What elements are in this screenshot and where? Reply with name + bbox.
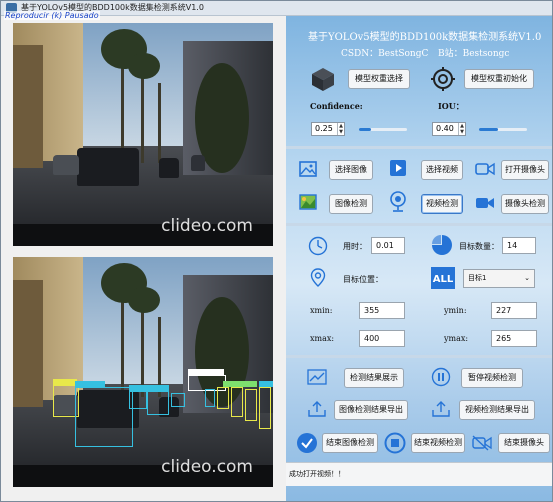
panel-title: 基于YOLOv5模型的BDD100k数据集检测系统V1.0 bbox=[308, 32, 542, 43]
status-message: 成功打开视频！！ bbox=[289, 470, 345, 478]
cube-icon bbox=[312, 68, 334, 91]
xmax-field: 400 bbox=[359, 330, 405, 347]
video-watermark: clideo.com bbox=[161, 457, 253, 477]
position-label: 目标位置： bbox=[343, 275, 383, 284]
ymax-label: ymax: bbox=[444, 334, 469, 343]
detect-camera-button[interactable]: 摄像头检测 bbox=[501, 194, 549, 214]
xmin-label: xmin: bbox=[310, 306, 333, 315]
ymin-label: ymin: bbox=[444, 306, 467, 315]
end-video-button[interactable]: 结束视频检测 bbox=[411, 433, 465, 453]
pie-chart-icon bbox=[432, 235, 452, 255]
bilibili-label: B站：Bestsongc bbox=[438, 49, 510, 59]
detection-box bbox=[245, 389, 257, 421]
video-camera-icon bbox=[476, 198, 494, 208]
app-window: 基于YOLOv5模型的BDD100k数据集检测系统V1.0 Reproducir… bbox=[0, 0, 553, 502]
detection-label bbox=[188, 369, 224, 375]
open-camera-button[interactable]: 打开摄像头 bbox=[501, 160, 549, 180]
check-circle-icon bbox=[297, 433, 317, 453]
iou-value: 0.40 bbox=[436, 124, 454, 133]
upload-icon bbox=[432, 401, 450, 417]
pause-video-button[interactable]: 暂停视频检测 bbox=[461, 368, 523, 388]
pause-icon bbox=[431, 367, 451, 387]
export-image-button[interactable]: 图像检测结果导出 bbox=[334, 400, 408, 420]
detection-box bbox=[129, 391, 147, 409]
spin-arrows-icon[interactable]: ▲ ▼ bbox=[458, 123, 465, 135]
select-video-button[interactable]: 选择视频 bbox=[421, 160, 463, 180]
end-camera-button[interactable]: 结束摄像头 bbox=[498, 433, 550, 453]
detection-label bbox=[223, 381, 257, 387]
detect-video-button[interactable]: 视频检测 bbox=[421, 194, 463, 214]
detection-box bbox=[231, 387, 243, 417]
xmin-field: 355 bbox=[359, 302, 405, 319]
player-overlay-label: Reproducir (k) Pausado bbox=[4, 11, 100, 20]
upload-icon bbox=[308, 401, 326, 417]
video-watermark: clideo.com bbox=[161, 216, 253, 236]
detection-box bbox=[259, 387, 271, 429]
detection-box bbox=[147, 391, 169, 415]
show-results-button[interactable]: 检测结果展示 bbox=[344, 368, 404, 388]
end-image-button[interactable]: 结束图像检测 bbox=[322, 433, 378, 453]
count-field: 14 bbox=[502, 237, 536, 254]
detection-video-view: clideo.com bbox=[13, 257, 273, 487]
detection-box bbox=[171, 393, 185, 407]
csdn-label: CSDN：BestSongC bbox=[341, 49, 429, 59]
confidence-spinbox[interactable]: 0.25 ▲ ▼ bbox=[311, 122, 345, 136]
ymin-field: 227 bbox=[491, 302, 537, 319]
line-chart-icon bbox=[307, 369, 327, 385]
export-video-button[interactable]: 视频检测结果导出 bbox=[459, 400, 535, 420]
stop-circle-icon bbox=[384, 432, 406, 454]
target-select[interactable]: 目标1 ⌄ bbox=[463, 269, 535, 288]
detection-label bbox=[53, 379, 77, 385]
iou-label: IOU： bbox=[438, 101, 464, 111]
xmax-label: xmax: bbox=[310, 334, 335, 343]
detection-box bbox=[217, 387, 229, 409]
time-field: 0.01 bbox=[371, 237, 405, 254]
image-icon bbox=[299, 161, 317, 177]
status-bar: 成功打开视频！！ bbox=[286, 462, 552, 486]
webcam-icon bbox=[390, 191, 406, 212]
detection-label bbox=[75, 381, 105, 387]
spin-arrows-icon[interactable]: ▲ ▼ bbox=[337, 123, 344, 135]
ymax-field: 265 bbox=[491, 330, 537, 347]
detection-box bbox=[205, 389, 215, 407]
time-label: 用时： bbox=[343, 242, 367, 251]
source-video-view: clideo.com bbox=[13, 23, 273, 246]
confidence-value: 0.25 bbox=[315, 124, 333, 133]
select-image-button[interactable]: 选择图像 bbox=[329, 160, 373, 180]
detect-image-button[interactable]: 图像检测 bbox=[329, 194, 373, 214]
detection-box bbox=[75, 387, 133, 447]
iou-spinbox[interactable]: 0.40 ▲ ▼ bbox=[432, 122, 466, 136]
confidence-slider[interactable] bbox=[359, 128, 407, 131]
svg-text:ALL: ALL bbox=[433, 274, 454, 285]
detection-label bbox=[259, 381, 273, 387]
clock-icon bbox=[308, 236, 328, 256]
divider bbox=[286, 146, 552, 149]
divider bbox=[286, 355, 552, 358]
detection-label bbox=[147, 385, 169, 391]
camera-icon bbox=[475, 162, 495, 176]
camera-off-icon bbox=[472, 435, 492, 451]
divider bbox=[286, 223, 552, 226]
chevron-down-icon: ⌄ bbox=[524, 274, 530, 282]
target-select-value: 目标1 bbox=[468, 274, 487, 282]
init-weights-button[interactable]: 模型权重初始化 bbox=[464, 69, 534, 89]
all-targets-icon: ALL bbox=[431, 267, 455, 289]
select-weights-button[interactable]: 模型权重选择 bbox=[348, 69, 410, 89]
location-pin-icon bbox=[310, 268, 326, 287]
confidence-label: Confidence: bbox=[310, 101, 363, 111]
video-file-icon bbox=[390, 160, 406, 176]
detection-label bbox=[129, 385, 149, 391]
iou-slider[interactable] bbox=[479, 128, 527, 131]
landscape-icon bbox=[299, 194, 317, 210]
settings-icon bbox=[431, 67, 455, 91]
count-label: 目标数量： bbox=[459, 242, 499, 251]
